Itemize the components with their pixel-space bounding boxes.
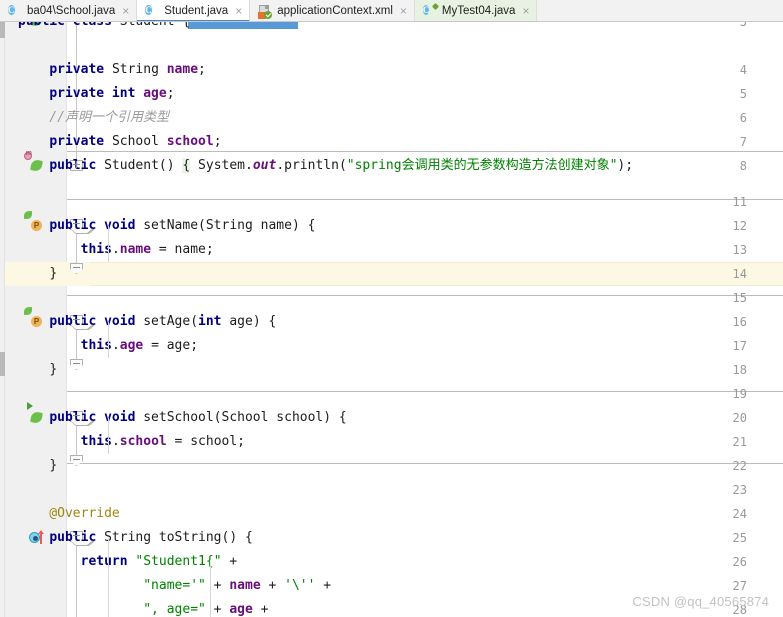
code-line-21: this.school = school;	[80, 434, 246, 449]
code-line-5: private int age;	[49, 86, 175, 101]
code-line-4: private String name;	[49, 62, 206, 77]
editor-tab-applicationcontext-xml[interactable]: applicationContext.xml ×	[250, 0, 415, 21]
editor-tab-student-java[interactable]: C Student.java ×	[137, 0, 251, 21]
code-line-16: public void setAge(int age) {	[49, 314, 277, 329]
java-class-icon: C	[145, 5, 152, 15]
csdn-watermark: CSDN @qq_40565874	[632, 594, 769, 609]
editor-tab-label: applicationContext.xml	[277, 5, 393, 17]
code-line-3: public class Student {	[18, 22, 190, 34]
code-line-22: }	[49, 458, 58, 473]
code-editor[interactable]: 3 4 5 6 7 8 11 12 13 14 15 16 17 18 19 2…	[0, 22, 783, 617]
close-icon[interactable]: ×	[233, 5, 242, 18]
editor-tab-label: ba04\School.java	[27, 5, 116, 17]
code-line-26: return "Student1{" +	[80, 554, 238, 569]
code-line-24: @Override	[18, 506, 120, 521]
code-line-28: ", age=" + age +	[143, 602, 269, 617]
code-line-7: private School school;	[49, 134, 222, 149]
code-line-12: public void setName(String name) {	[49, 218, 316, 233]
close-icon[interactable]: ×	[398, 5, 407, 18]
close-icon[interactable]: ×	[520, 5, 529, 18]
editor-tab-label: Student.java	[164, 5, 229, 17]
code-line-20: public void setSchool(School school) {	[49, 410, 347, 425]
code-line-13: this.name = name;	[80, 242, 214, 257]
editor-tab-school-java[interactable]: C ba04\School.java ×	[0, 0, 138, 21]
idea-editor-window: C ba04\School.java × C Student.java × ap…	[0, 0, 783, 617]
java-test-class-icon: C	[422, 5, 430, 15]
code-line-6: //声明一个引用类型	[18, 110, 169, 125]
spring-config-xml-icon	[258, 4, 273, 19]
code-line-18: }	[49, 362, 58, 377]
code-line-25: public String toString() {	[49, 530, 253, 545]
editor-tab-mytest04-java[interactable]: C MyTest04.java ×	[414, 0, 538, 21]
code-line-8: public Student() { System.out.println("s…	[49, 158, 634, 173]
close-icon[interactable]: ×	[120, 5, 129, 18]
code-line-27: "name='" + name + '\'' +	[143, 578, 332, 593]
editor-tab-bar: C ba04\School.java × C Student.java × ap…	[0, 0, 783, 22]
java-class-icon: C	[8, 5, 15, 15]
code-line-14: }	[49, 266, 58, 281]
editor-tab-label: MyTest04.java	[441, 5, 516, 17]
